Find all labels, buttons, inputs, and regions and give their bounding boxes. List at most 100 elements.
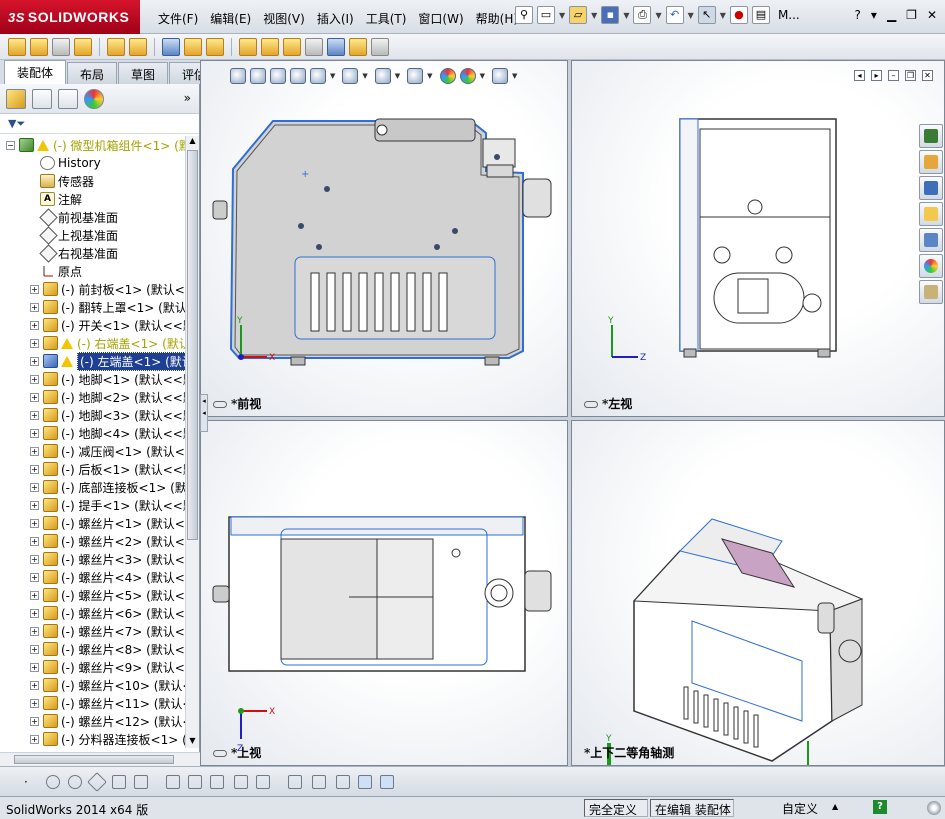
viewport-close-icon[interactable]: ✕: [922, 70, 933, 81]
paperclip-icon[interactable]: [52, 37, 70, 56]
restore-button[interactable]: ❐: [906, 8, 917, 22]
graphics-area[interactable]: ▼ ▼ ▼ ▼ ▼ ▼ ◂ ▸ – ❐ ✕ + Y X *前视 Y Z *左视 …: [200, 60, 945, 766]
viewport-restore-icon[interactable]: ❐: [905, 70, 916, 81]
chevron-down-icon[interactable]: ▼: [362, 72, 367, 80]
link-view-icon[interactable]: [584, 401, 598, 408]
display-manager-icon[interactable]: [84, 88, 104, 109]
design-library-icon[interactable]: [919, 176, 943, 200]
home-icon[interactable]: [919, 150, 943, 174]
expand-icon[interactable]: +: [30, 716, 39, 726]
scroll-thumb[interactable]: [14, 755, 174, 764]
tree-item[interactable]: + (-) 左端盖<1> (默认: [0, 351, 186, 371]
previous-view-icon[interactable]: [270, 68, 286, 84]
viewport-next-icon[interactable]: ▸: [871, 70, 882, 81]
tree-item[interactable]: 右视基准面: [0, 244, 186, 262]
chevron-down-icon[interactable]: ▼: [720, 11, 726, 20]
zoom-to-area-icon[interactable]: [250, 68, 266, 84]
options-icon[interactable]: ▤: [751, 6, 770, 24]
explode-line-sketch-icon[interactable]: [305, 37, 323, 56]
interference-detection-icon[interactable]: [327, 37, 345, 56]
point-icon[interactable]: ·: [24, 775, 38, 789]
mirror-icon[interactable]: [256, 775, 270, 789]
tree-item[interactable]: + (-) 提手<1> (默认<<默: [0, 496, 186, 514]
quick-tips-help-icon[interactable]: ?: [873, 800, 887, 814]
section-view-icon[interactable]: [290, 68, 306, 84]
tree-item[interactable]: + (-) 分料器连接板<1> (默: [0, 730, 186, 748]
panel-collapse-handle[interactable]: ◂ ◂: [200, 394, 208, 432]
chevron-down-icon[interactable]: ▼: [655, 11, 661, 20]
tree-item[interactable]: + (-) 地脚<2> (默认<<默: [0, 388, 186, 406]
new-motion-study-icon[interactable]: [239, 37, 257, 56]
tree-filter[interactable]: ▼⏷: [0, 114, 199, 134]
corner-rectangle-icon[interactable]: [234, 775, 248, 789]
expand-icon[interactable]: +: [30, 626, 39, 636]
tab-layout[interactable]: 布局: [67, 62, 118, 84]
expand-icon[interactable]: +: [30, 554, 39, 564]
expand-icon[interactable]: +: [30, 572, 39, 582]
expand-icon[interactable]: +: [30, 338, 39, 348]
rebuild-traffic-light-icon[interactable]: ●: [729, 6, 748, 24]
chevron-down-icon[interactable]: ▼: [688, 11, 694, 20]
tree-item[interactable]: + (-) 地脚<1> (默认<<默: [0, 370, 186, 388]
menu-view[interactable]: 视图(V): [257, 10, 311, 27]
tree-item[interactable]: 原点: [0, 262, 186, 280]
polygon-icon[interactable]: [87, 772, 107, 792]
tree-item[interactable]: + (-) 螺丝片<7> (默认<<: [0, 622, 186, 640]
tree-item[interactable]: A 注解: [0, 190, 186, 208]
tree-item[interactable]: + (-) 螺丝片<8> (默认<<: [0, 640, 186, 658]
tree-item[interactable]: + (-) 减压阀<1> (默认<<: [0, 442, 186, 460]
expand-icon[interactable]: +: [30, 356, 39, 366]
save-icon[interactable]: ▪: [601, 6, 620, 24]
tree-item[interactable]: 上视基准面: [0, 226, 186, 244]
display-style-icon[interactable]: [374, 68, 391, 84]
tree-item[interactable]: + (-) 螺丝片<2> (默认<<: [0, 532, 186, 550]
viewport-vertical-splitter[interactable]: [568, 60, 571, 766]
tab-assembly[interactable]: 装配体: [4, 60, 67, 84]
configuration-manager-icon[interactable]: [58, 88, 78, 109]
clearance-verification-icon[interactable]: [349, 37, 367, 56]
property-manager-icon[interactable]: [32, 88, 52, 109]
tree-item[interactable]: + (-) 螺丝片<11> (默认<: [0, 694, 186, 712]
expand-icon[interactable]: +: [30, 446, 39, 456]
move-component-icon[interactable]: [129, 37, 147, 56]
tree-horizontal-scrollbar[interactable]: [0, 752, 200, 766]
close-button[interactable]: ✕: [927, 8, 937, 22]
expand-icon[interactable]: +: [30, 608, 39, 618]
tree-item[interactable]: 传感器: [0, 172, 186, 190]
dimension-icon[interactable]: [288, 775, 302, 789]
tree-item[interactable]: + (-) 螺丝片<3> (默认<<: [0, 550, 186, 568]
tree-item[interactable]: + (-) 地脚<4> (默认<<默: [0, 424, 186, 442]
filter-icon[interactable]: ▼⏷: [8, 117, 25, 130]
chevron-down-icon[interactable]: ▼: [623, 11, 629, 20]
tree-item[interactable]: 前视基准面: [0, 208, 186, 226]
expand-icon[interactable]: +: [30, 320, 39, 330]
tree-item[interactable]: + (-) 螺丝片<12> (默认<: [0, 712, 186, 730]
solidworks-resources-icon[interactable]: [919, 124, 943, 148]
tree-item[interactable]: + (-) 螺丝片<1> (默认<<: [0, 514, 186, 532]
assembly-features-icon[interactable]: [184, 37, 202, 56]
tree-item[interactable]: + (-) 螺丝片<6> (默认<<: [0, 604, 186, 622]
chevron-down-icon[interactable]: ▼: [512, 72, 517, 80]
expand-icon[interactable]: +: [30, 464, 39, 474]
print-icon[interactable]: ⎙: [633, 6, 652, 24]
circle-icon[interactable]: [46, 775, 60, 789]
open-folder-icon[interactable]: ▱: [569, 6, 588, 24]
tree-item[interactable]: History: [0, 154, 186, 172]
expand-icon[interactable]: +: [30, 518, 39, 528]
chevron-down-icon[interactable]: ▼: [395, 72, 400, 80]
appearances-icon[interactable]: [919, 254, 943, 278]
expand-icon[interactable]: +: [30, 644, 39, 654]
solidworks-logo[interactable]: 3S SOLIDWORKS: [0, 0, 140, 34]
undo-icon[interactable]: ↶: [665, 6, 684, 24]
viewport-isometric[interactable]: Y *上下二等角轴测: [571, 420, 945, 766]
menu-window[interactable]: 窗口(W): [412, 10, 469, 27]
expand-icon[interactable]: +: [30, 680, 39, 690]
chevron-right-icon[interactable]: »: [184, 91, 191, 105]
mate-icon[interactable]: [30, 37, 48, 56]
help-menu-icon[interactable]: ?: [855, 8, 861, 22]
units-status[interactable]: 自定义: [778, 799, 828, 817]
expand-icon[interactable]: +: [30, 500, 39, 510]
scroll-thumb[interactable]: [187, 150, 198, 540]
chevron-down-icon[interactable]: ▼: [559, 11, 565, 20]
expand-icon[interactable]: +: [30, 428, 39, 438]
